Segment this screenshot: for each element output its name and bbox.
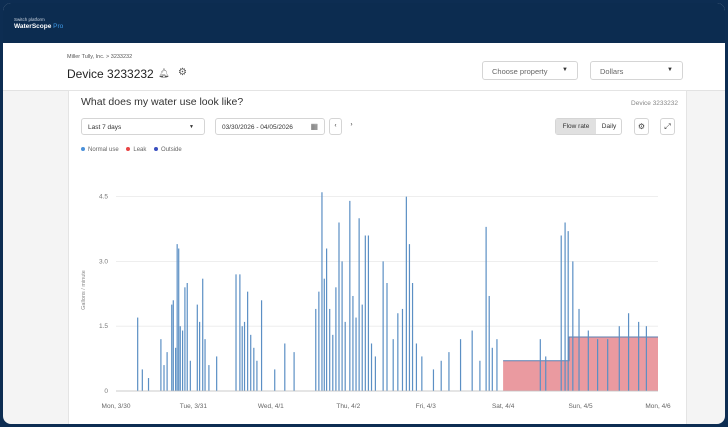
property-select[interactable]: Choose property ▼: [482, 61, 578, 80]
property-select-value: Choose property: [492, 67, 548, 76]
next-period-button[interactable]: ›: [345, 118, 358, 135]
legend-item[interactable]: Leak: [126, 147, 146, 153]
page-title: Device 3233232: [67, 67, 154, 81]
water-use-card: What does my water use look like? Device…: [68, 90, 687, 424]
expand-icon: ⤢: [664, 122, 671, 131]
top-bar: Switch platform WaterScope Pro: [3, 3, 725, 43]
caret-down-icon: ▼: [189, 124, 194, 130]
currency-select-value: Dollars: [600, 67, 624, 76]
brand-suffix: Pro: [53, 23, 64, 30]
chevron-right-icon: ›: [350, 122, 353, 128]
date-range-picker[interactable]: 03/30/2026 - 04/05/2026 ▦: [215, 118, 325, 135]
view-toggle: Flow rate Daily: [555, 118, 622, 135]
chart-settings-button[interactable]: ⚙: [634, 118, 649, 135]
caret-down-icon: ▼: [667, 67, 673, 73]
currency-select[interactable]: Dollars ▼: [590, 61, 683, 80]
calendar-icon: ▦: [310, 122, 318, 131]
brand-name: WaterScope: [14, 23, 52, 30]
legend-label: Outside: [161, 147, 182, 153]
caret-down-icon: ▼: [562, 67, 568, 73]
expand-button[interactable]: ⤢: [660, 118, 675, 135]
legend-dot: [126, 147, 131, 152]
app-window: Switch platform WaterScope Pro Miller Tu…: [2, 2, 726, 425]
gear-icon[interactable]: ⚙: [178, 67, 187, 78]
legend-item[interactable]: Outside: [154, 147, 182, 153]
chevron-left-icon: ‹: [334, 123, 337, 129]
legend-dot: [81, 147, 85, 152]
breadcrumb[interactable]: Miller Tully, Inc. > 3233232: [67, 54, 132, 60]
bell-icon[interactable]: 🔔︎: [158, 68, 169, 79]
daily-tab[interactable]: Daily: [596, 119, 622, 134]
chart-legend: Normal use Leak Outside: [81, 147, 188, 153]
previous-period-button[interactable]: ‹: [329, 118, 342, 135]
gear-icon: ⚙: [637, 122, 646, 131]
range-select-value: Last 7 days: [88, 124, 122, 131]
card-device-label: Device 3233232: [631, 100, 678, 107]
legend-dot: [154, 147, 159, 152]
legend-label: Leak: [133, 147, 147, 153]
range-select[interactable]: Last 7 days ▼: [81, 118, 205, 135]
flow-rate-tab[interactable]: Flow rate: [556, 119, 596, 134]
platform-label: Switch platform: [14, 17, 45, 22]
legend-item[interactable]: Normal use: [81, 147, 119, 153]
brand-logo[interactable]: WaterScope Pro: [14, 23, 63, 30]
legend-label: Normal use: [88, 147, 119, 153]
date-range-value: 03/30/2026 - 04/05/2026: [222, 124, 293, 131]
device-header: Miller Tully, Inc. > 3233232 Device 3233…: [3, 43, 725, 91]
card-title: What does my water use look like?: [81, 96, 244, 108]
